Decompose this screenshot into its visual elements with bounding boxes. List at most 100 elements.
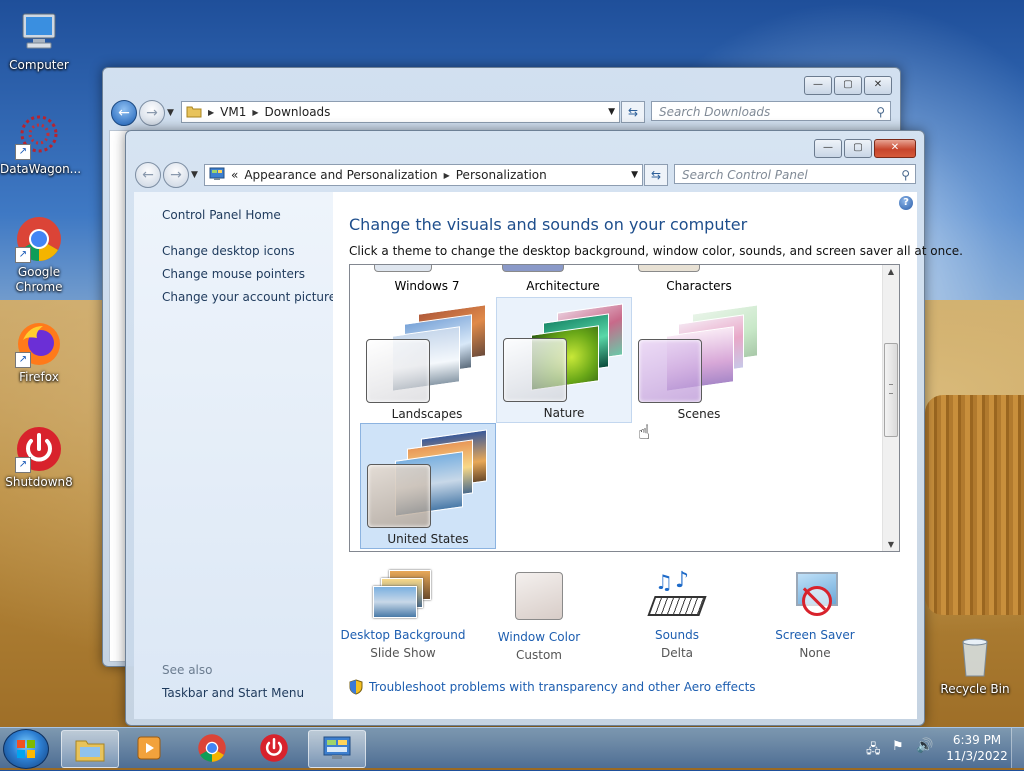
explorer-search-input[interactable]: Search Downloads ⚲ [651,101,891,121]
desktop-background-icon [373,570,433,620]
clock[interactable]: 6:39 PM 11/3/2022 [942,732,1012,764]
window-color-value: Custom [516,648,562,662]
shortcut-arrow-icon: ↗ [15,144,31,160]
scroll-up-icon[interactable]: ▲ [883,267,899,276]
theme-united-states[interactable]: United States [360,423,496,549]
troubleshoot-link[interactable]: Troubleshoot problems with transparency … [369,680,756,694]
desktop-icon-firefox[interactable]: ↗ Firefox [0,320,78,385]
screen-saver-link[interactable]: Screen Saver [745,628,885,642]
screen-saver-item[interactable]: Screen Saver None [745,570,885,660]
volume-icon[interactable]: 🔊 [916,738,933,754]
change-account-picture-link[interactable]: Change your account picture [162,290,336,304]
control-panel-address-bar[interactable]: « Appearance and Personalization ▶ Perso… [204,164,643,186]
breadcrumb-overflow[interactable]: « [231,168,238,182]
action-center-flag-icon[interactable]: ⚑ [892,739,904,754]
back-button[interactable]: ← [135,162,161,188]
recent-pages-icon[interactable]: ▼ [191,170,198,180]
explorer-address-bar[interactable]: ▶ VM1 ▶ Downloads ▼ [181,101,620,123]
breadcrumb-item[interactable]: Downloads [265,105,331,119]
datawagon-icon: ↗ [15,112,63,160]
refresh-button[interactable]: ⇆ [644,164,668,186]
control-panel-home-link[interactable]: Control Panel Home [162,208,281,222]
shortcut-arrow-icon: ↗ [15,352,31,368]
desktop-icon-shutdown8[interactable]: ↗ Shutdown8 [0,425,78,490]
clock-date: 11/3/2022 [946,749,1008,763]
shortcut-arrow-icon: ↗ [15,247,31,263]
help-icon[interactable]: ? [899,196,913,210]
recent-pages-icon[interactable]: ▼ [167,108,174,118]
show-desktop-button[interactable] [1011,728,1024,768]
folder-icon [75,740,105,762]
desktop-icon-chrome[interactable]: ↗ Google Chrome [0,215,78,295]
hand-cursor-icon: ☝ [638,420,651,444]
change-desktop-icons-link[interactable]: Change desktop icons [162,244,295,258]
scroll-down-icon[interactable]: ▼ [883,540,899,549]
chevron-down-icon[interactable]: ▼ [608,107,615,117]
window-controls: — ▢ ✕ [814,139,916,158]
window-color-item[interactable]: Window Color Custom [469,570,609,662]
maximize-button[interactable]: ▢ [834,76,862,95]
desktop-icon-datawagon[interactable]: ↗ DataWagon... [0,112,81,177]
maximize-button[interactable]: ▢ [844,139,872,158]
start-button[interactable] [3,729,49,769]
window-controls: — ▢ ✕ [804,76,892,95]
taskbar-media-player-button[interactable] [121,730,177,766]
shortcut-arrow-icon: ↗ [15,457,31,473]
sounds-value: Delta [660,646,693,660]
theme-architecture[interactable]: Architecture [496,279,630,293]
folder-icon [186,104,202,121]
desktop-icon-computer[interactable]: Computer [0,8,78,73]
taskbar-control-panel-button[interactable] [308,730,366,768]
scrollbar-thumb[interactable] [884,343,898,437]
theme-scenes[interactable]: Scenes [632,299,766,423]
minimize-button[interactable]: — [804,76,832,95]
theme-list[interactable]: Windows 7 Architecture Characters Landsc… [349,264,900,552]
forward-button[interactable]: → [139,100,165,126]
theme-list-scrollbar[interactable]: ▲ ▼ [882,265,899,551]
control-panel-window[interactable]: — ▢ ✕ ← → ▼ « Appearance and Personaliza… [125,130,963,726]
breadcrumb-item[interactable]: Appearance and Personalization [244,168,437,182]
chevron-right-icon: ▶ [252,107,259,117]
search-icon[interactable]: ⚲ [901,165,910,185]
close-button[interactable]: ✕ [864,76,892,95]
taskbar-start-menu-link[interactable]: Taskbar and Start Menu [162,686,304,700]
chevron-down-icon[interactable]: ▼ [631,170,638,180]
change-mouse-pointers-link[interactable]: Change mouse pointers [162,267,305,281]
forward-button[interactable]: → [163,162,189,188]
network-icon[interactable]: 🖧 [866,740,881,762]
chrome-icon: ↗ [15,215,63,263]
taskbar-shutdown8-button[interactable] [246,730,302,766]
desktop-background-value: Slide Show [370,646,436,660]
system-tray: 🖧 ⚑ 🔊 6:39 PM 11/3/2022 [824,728,1024,768]
taskbar-chrome-button[interactable] [184,730,240,766]
theme-nature[interactable]: Nature [496,297,632,423]
search-placeholder: Search Control Panel [682,168,808,182]
breadcrumb-item[interactable]: VM1 [220,105,246,119]
desktop-icon-recycle-bin[interactable]: Recycle Bin [936,632,1014,697]
desktop-icon-label: Recycle Bin [940,682,1010,696]
troubleshoot-row[interactable]: Troubleshoot problems with transparency … [349,679,756,695]
desktop-background-link[interactable]: Desktop Background [333,628,473,642]
sounds-link[interactable]: Sounds [607,628,747,642]
breadcrumb-item[interactable]: Personalization [456,168,547,182]
window-color-link[interactable]: Window Color [469,630,609,644]
theme-windows7[interactable]: Windows 7 [360,279,494,293]
explorer-nav: ← → ▼ [111,100,174,126]
minimize-button[interactable]: — [814,139,842,158]
theme-thumb-partial [638,265,700,272]
taskbar-explorer-button[interactable] [61,730,119,768]
desktop-background-item[interactable]: Desktop Background Slide Show [333,570,473,660]
personalization-main: ? Change the visuals and sounds on your … [333,192,963,719]
sounds-item[interactable]: ♫ ♪ Sounds Delta [607,568,747,660]
theme-landscapes[interactable]: Landscapes [360,299,494,423]
close-button[interactable]: ✕ [874,139,916,158]
search-icon[interactable]: ⚲ [876,102,885,122]
theme-label: Nature [543,406,585,420]
media-player-icon [137,736,161,760]
refresh-button[interactable]: ⇆ [621,101,645,123]
theme-characters[interactable]: Characters [632,279,766,293]
clock-time: 6:39 PM [952,733,1002,747]
control-panel-search-input[interactable]: Search Control Panel ⚲ [674,164,916,184]
back-button[interactable]: ← [111,100,137,126]
theme-thumbnail [365,429,491,528]
